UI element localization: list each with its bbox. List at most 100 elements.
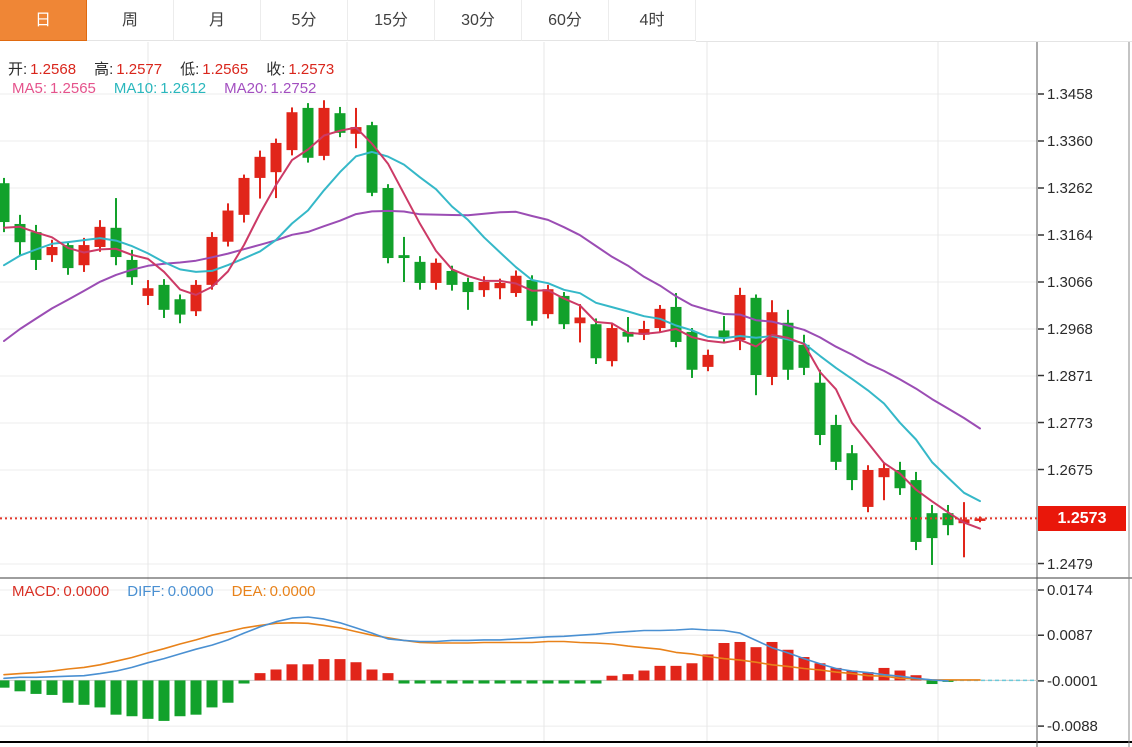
price-axis-label: 1.2773 xyxy=(1047,415,1093,432)
candle-body xyxy=(927,513,938,538)
candle-body xyxy=(479,282,490,290)
tab-week[interactable]: 周 xyxy=(87,0,174,41)
timeframe-tabbar: 日周月5分15分30分60分4时 xyxy=(0,0,1132,42)
candle-body xyxy=(255,157,266,178)
candle-body xyxy=(815,383,826,435)
candle-body xyxy=(79,245,90,265)
current-price-tag: 1.2573 xyxy=(1038,506,1126,531)
candle-body xyxy=(47,247,58,255)
macd-bar xyxy=(383,673,394,680)
macd-bar xyxy=(287,664,298,680)
price-axis-label: 1.2968 xyxy=(1047,321,1093,338)
macd-bar xyxy=(15,680,26,691)
tab-5min[interactable]: 5分 xyxy=(261,0,348,41)
macd-bar xyxy=(0,680,10,687)
tab-day[interactable]: 日 xyxy=(0,0,87,41)
tab-month[interactable]: 月 xyxy=(174,0,261,41)
macd-bar xyxy=(479,680,490,683)
macd-bar xyxy=(399,680,410,683)
macd-bar xyxy=(607,676,618,681)
macd-bar xyxy=(527,680,538,683)
price-axis-label: 1.3360 xyxy=(1047,133,1093,150)
macd-bar xyxy=(207,680,218,707)
price-axis-label: 1.3458 xyxy=(1047,86,1093,103)
candle-body xyxy=(463,282,474,292)
macd-bar xyxy=(31,680,42,694)
tab-30min[interactable]: 30分 xyxy=(435,0,522,41)
candle-body xyxy=(367,125,378,193)
candle-body xyxy=(575,317,586,323)
macd-bar xyxy=(415,680,426,683)
macd-bar xyxy=(463,680,474,683)
candle-body xyxy=(703,355,714,367)
price-axis-label: 1.2479 xyxy=(1047,556,1093,573)
macd-bar xyxy=(127,680,138,716)
candle-body xyxy=(607,328,618,361)
candle-body xyxy=(95,227,106,247)
macd-bar xyxy=(815,663,826,680)
candle-body xyxy=(719,330,730,337)
chart-canvas[interactable] xyxy=(0,0,1132,747)
price-axis-label: 1.2871 xyxy=(1047,368,1093,385)
candle-body xyxy=(175,299,186,314)
macd-bar xyxy=(159,680,170,721)
candle-body xyxy=(207,237,218,285)
macd-bar xyxy=(303,664,314,680)
candle-body xyxy=(735,295,746,340)
price-axis-label: 1.3262 xyxy=(1047,180,1093,197)
candle-body xyxy=(799,345,810,368)
tab-15min[interactable]: 15分 xyxy=(348,0,435,41)
candle-body xyxy=(31,232,42,260)
candle-body xyxy=(159,285,170,310)
macd-bar xyxy=(751,647,762,680)
tab-4hour[interactable]: 4时 xyxy=(609,0,696,41)
macd-axis-label: -0.0001 xyxy=(1047,673,1098,690)
macd-bar xyxy=(111,680,122,714)
macd-bar xyxy=(447,680,458,683)
macd-axis-label: 0.0174 xyxy=(1047,582,1093,599)
candle-body xyxy=(527,280,538,321)
macd-bar xyxy=(367,669,378,680)
price-axis-label: 1.3066 xyxy=(1047,274,1093,291)
macd-bar xyxy=(431,680,442,683)
macd-bar xyxy=(143,680,154,718)
candle-body xyxy=(383,188,394,258)
candle-body xyxy=(847,453,858,480)
candle-body xyxy=(879,468,890,477)
candle-body xyxy=(399,255,410,258)
macd-bar xyxy=(639,671,650,681)
candle-body xyxy=(143,288,154,296)
candle-body xyxy=(495,283,506,288)
macd-bar xyxy=(703,654,714,680)
candle-body xyxy=(191,285,202,311)
tabbar-filler xyxy=(696,0,1132,42)
candle-body xyxy=(415,262,426,283)
macd-bar xyxy=(271,669,282,680)
macd-bar xyxy=(495,680,506,683)
macd-bar xyxy=(319,659,330,680)
macd-axis-label: -0.0088 xyxy=(1047,718,1098,735)
macd-bar xyxy=(63,680,74,702)
candle-body xyxy=(239,178,250,215)
candle-body xyxy=(223,211,234,242)
macd-bar xyxy=(95,680,106,707)
candle-body xyxy=(447,271,458,285)
candle-body xyxy=(287,112,298,150)
macd-bar xyxy=(223,680,234,702)
macd-bar xyxy=(79,680,90,704)
macd-bar xyxy=(175,680,186,716)
macd-bar xyxy=(511,680,522,683)
macd-bar xyxy=(559,680,570,683)
candle-body xyxy=(831,425,842,462)
macd-bar xyxy=(927,680,938,684)
macd-axis-label: 0.0087 xyxy=(1047,627,1093,644)
macd-bar xyxy=(239,680,250,683)
macd-bar xyxy=(47,680,58,695)
macd-bar xyxy=(191,680,202,714)
dea-line xyxy=(4,623,980,680)
candle-body xyxy=(271,143,282,172)
tab-60min[interactable]: 60分 xyxy=(522,0,609,41)
macd-bar xyxy=(655,666,666,681)
candle-body xyxy=(0,183,10,222)
candle-body xyxy=(863,470,874,507)
